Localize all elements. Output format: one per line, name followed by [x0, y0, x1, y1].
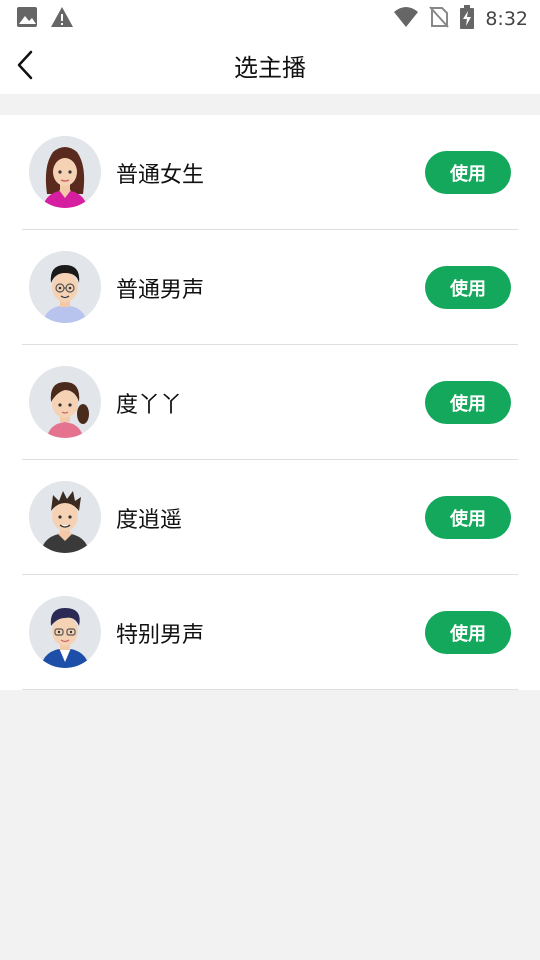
- anchor-name: 普通女生: [116, 162, 205, 188]
- anchor-list: 普通女生 使用 普通男声 使用 度丫丫 使用 度逍遥 使用 特别男声 使用: [0, 115, 540, 690]
- use-button[interactable]: 使用: [425, 151, 511, 194]
- divider: [22, 689, 518, 690]
- girl-avatar-ponytail: [29, 366, 101, 438]
- list-item: 普通男声 使用: [0, 230, 540, 345]
- female-avatar-long-hair: [29, 136, 101, 208]
- list-item: 度丫丫 使用: [0, 345, 540, 460]
- list-item: 度逍遥 使用: [0, 460, 540, 575]
- use-button[interactable]: 使用: [425, 266, 511, 309]
- battery-charging-icon: [459, 5, 475, 33]
- status-bar: 8:32: [0, 0, 540, 36]
- anchor-name: 普通男声: [116, 277, 205, 303]
- list-item: 普通女生 使用: [0, 115, 540, 230]
- male-avatar-suit: [29, 596, 101, 668]
- page-title: 选主播: [234, 53, 306, 82]
- app-bar: 选主播: [0, 36, 540, 94]
- warning-icon: [50, 6, 74, 32]
- chevron-left-icon: [17, 50, 33, 80]
- clock: 8:32: [485, 8, 528, 30]
- anchor-name: 特别男声: [116, 622, 205, 648]
- anchor-name: 度逍遥: [116, 507, 183, 533]
- section-gap: [0, 94, 540, 115]
- use-button[interactable]: 使用: [425, 611, 511, 654]
- male-avatar-spiky-hair: [29, 481, 101, 553]
- male-avatar-glasses: [29, 251, 101, 323]
- use-button[interactable]: 使用: [425, 496, 511, 539]
- list-item: 特别男声 使用: [0, 575, 540, 690]
- use-button[interactable]: 使用: [425, 381, 511, 424]
- back-button[interactable]: [10, 49, 40, 81]
- image-icon: [16, 6, 38, 32]
- anchor-name: 度丫丫: [116, 392, 183, 418]
- no-sim-icon: [429, 5, 450, 33]
- wifi-icon: [393, 6, 419, 32]
